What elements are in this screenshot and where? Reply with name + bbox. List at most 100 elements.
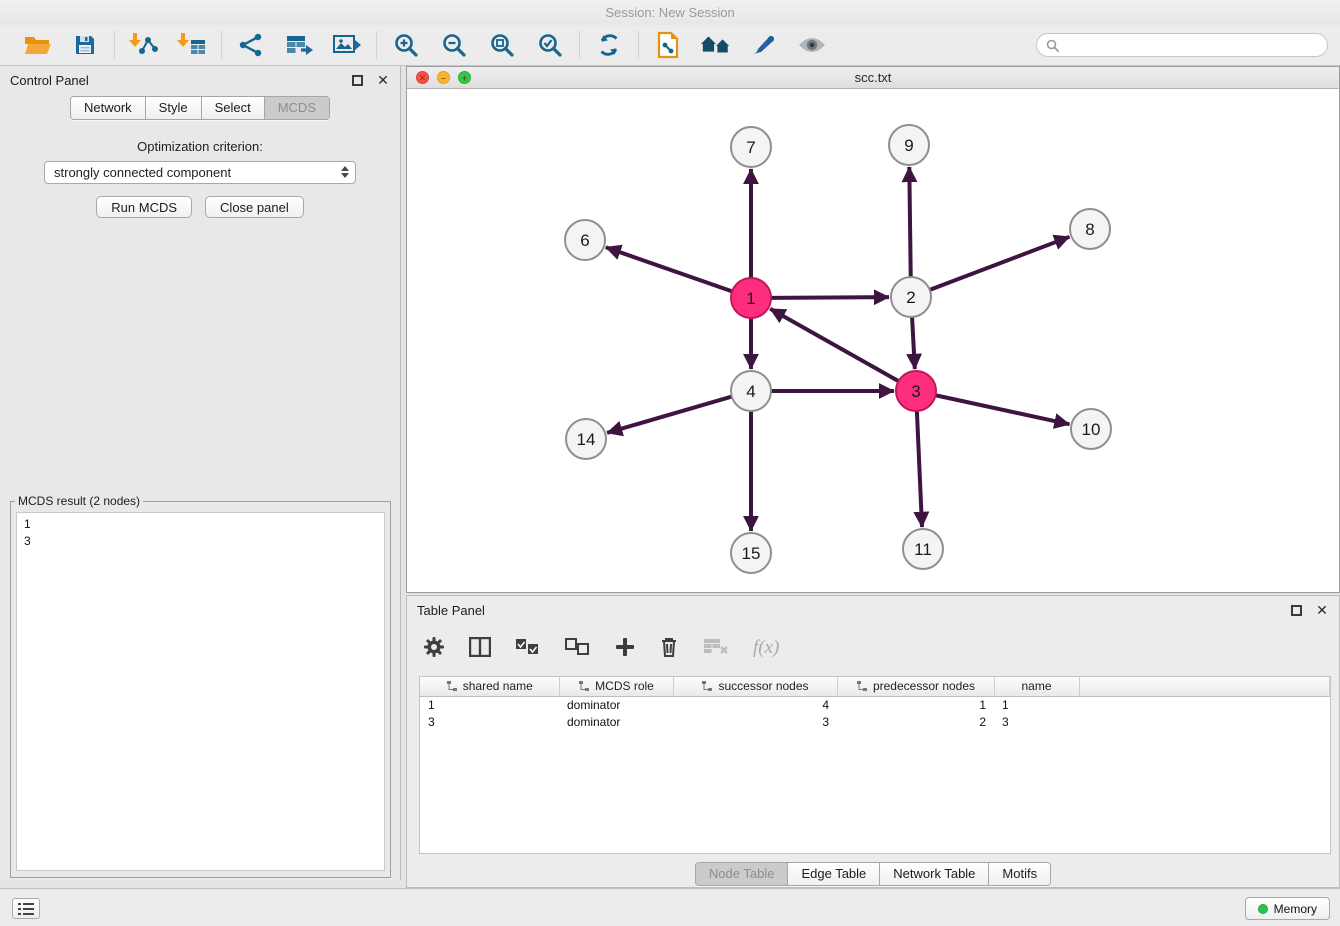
style-brush-icon xyxy=(751,33,777,57)
graph-edge-2-8[interactable] xyxy=(930,237,1070,290)
cell-predecessor-nodes[interactable]: 1 xyxy=(837,696,994,713)
memory-button[interactable]: Memory xyxy=(1245,897,1330,920)
graph-node-label: 9 xyxy=(904,136,913,155)
import-network-button[interactable] xyxy=(128,29,160,61)
mcds-result-title: MCDS result (2 nodes) xyxy=(15,494,143,508)
close-panel-button[interactable]: Close panel xyxy=(205,196,304,218)
apply-style-button[interactable] xyxy=(748,29,780,61)
memory-status-icon xyxy=(1258,904,1268,914)
add-column-button[interactable] xyxy=(615,637,635,660)
node-table: shared name MCDS role successor nodes pr… xyxy=(420,677,1330,730)
close-panel-icon[interactable] xyxy=(1315,602,1329,619)
run-mcds-button[interactable]: Run MCDS xyxy=(96,196,192,218)
column-sort-icon xyxy=(446,680,458,692)
function-builder-button[interactable]: f(x) xyxy=(753,637,779,659)
close-window-icon[interactable] xyxy=(416,71,429,84)
import-table-button[interactable] xyxy=(176,29,208,61)
graph-edge-1-2[interactable] xyxy=(771,297,889,298)
column-header-predecessor-nodes[interactable]: predecessor nodes xyxy=(837,677,994,696)
table-row[interactable]: 3 dominator 3 2 3 xyxy=(420,713,1330,730)
graph-edge-2-9[interactable] xyxy=(909,167,910,277)
close-panel-icon[interactable] xyxy=(376,72,390,89)
column-header-mcds-role[interactable]: MCDS role xyxy=(559,677,673,696)
column-header-shared-name[interactable]: shared name xyxy=(420,677,559,696)
save-session-button[interactable] xyxy=(69,29,101,61)
graph-edge-4-14[interactable] xyxy=(607,397,732,433)
refresh-icon xyxy=(596,32,622,58)
delete-column-button[interactable] xyxy=(659,636,679,661)
tab-network-table[interactable]: Network Table xyxy=(880,863,989,885)
delete-table-button[interactable] xyxy=(703,637,729,660)
mcds-result-list[interactable]: 1 3 xyxy=(16,512,385,871)
table-settings-button[interactable] xyxy=(423,636,445,661)
tab-select[interactable]: Select xyxy=(202,97,265,119)
zoom-window-icon[interactable] xyxy=(458,71,471,84)
zoom-fit-button[interactable] xyxy=(486,29,518,61)
column-header-name[interactable]: name xyxy=(994,677,1079,696)
cell-successor-nodes[interactable]: 4 xyxy=(673,696,837,713)
zoom-in-icon xyxy=(393,32,419,58)
search-field[interactable] xyxy=(1036,33,1328,57)
tab-motifs[interactable]: Motifs xyxy=(989,863,1050,885)
tab-mcds[interactable]: MCDS xyxy=(265,97,329,119)
memory-label: Memory xyxy=(1274,902,1317,916)
optimization-criterion-label: Optimization criterion: xyxy=(0,139,400,154)
cell-predecessor-nodes[interactable]: 2 xyxy=(837,713,994,730)
export-image-button[interactable] xyxy=(331,29,363,61)
zoom-in-button[interactable] xyxy=(390,29,422,61)
cell-shared-name[interactable]: 1 xyxy=(420,696,559,713)
graph-edge-3-10[interactable] xyxy=(936,395,1070,424)
cell-name[interactable]: 1 xyxy=(994,696,1079,713)
window-titlebar: Session: New Session xyxy=(0,0,1340,25)
float-panel-icon[interactable] xyxy=(352,75,363,86)
network-canvas[interactable]: 7968124314101511 xyxy=(407,89,1339,592)
table-panel-title: Table Panel xyxy=(417,603,485,618)
float-panel-icon[interactable] xyxy=(1291,605,1302,616)
share-network-icon xyxy=(238,32,264,58)
first-neighbors-button[interactable] xyxy=(700,29,732,61)
criterion-dropdown[interactable]: strongly connected component xyxy=(44,161,356,184)
open-session-button[interactable] xyxy=(21,29,53,61)
select-all-icon xyxy=(515,638,541,656)
graph-edge-1-6[interactable] xyxy=(606,247,732,291)
import-network-icon xyxy=(129,32,159,58)
minimize-window-icon[interactable] xyxy=(437,71,450,84)
table-row[interactable]: 1 dominator 4 1 1 xyxy=(420,696,1330,713)
cell-name[interactable]: 3 xyxy=(994,713,1079,730)
graph-node-label: 8 xyxy=(1085,220,1094,239)
search-input[interactable] xyxy=(1064,38,1318,52)
tab-style[interactable]: Style xyxy=(146,97,202,119)
tab-edge-table[interactable]: Edge Table xyxy=(788,863,880,885)
graph-edge-3-11[interactable] xyxy=(917,411,922,527)
export-image-icon xyxy=(332,32,362,58)
tab-network[interactable]: Network xyxy=(71,97,146,119)
zoom-out-button[interactable] xyxy=(438,29,470,61)
gear-icon xyxy=(423,636,445,658)
show-columns-button[interactable] xyxy=(469,637,491,660)
graph-edge-3-1[interactable] xyxy=(770,309,898,381)
trash-icon xyxy=(659,636,679,658)
show-hide-button[interactable] xyxy=(796,29,828,61)
eye-icon xyxy=(797,35,827,55)
cell-mcds-role[interactable]: dominator xyxy=(559,696,673,713)
network-document-button[interactable] xyxy=(652,29,684,61)
status-bar: Memory xyxy=(0,888,1340,926)
tab-node-table[interactable]: Node Table xyxy=(696,863,789,885)
graph-node-label: 1 xyxy=(746,289,755,308)
list-icon xyxy=(18,903,34,915)
cell-shared-name[interactable]: 3 xyxy=(420,713,559,730)
refresh-button[interactable] xyxy=(593,29,625,61)
cell-mcds-role[interactable]: dominator xyxy=(559,713,673,730)
search-icon xyxy=(1046,39,1059,52)
column-sort-icon xyxy=(578,680,590,692)
graph-edge-2-3[interactable] xyxy=(912,317,915,369)
task-history-button[interactable] xyxy=(12,898,40,919)
network-table-button[interactable] xyxy=(283,29,315,61)
cell-successor-nodes[interactable]: 3 xyxy=(673,713,837,730)
network-graph[interactable]: 7968124314101511 xyxy=(407,89,1339,592)
column-header-successor-nodes[interactable]: successor nodes xyxy=(673,677,837,696)
clear-selection-button[interactable] xyxy=(565,638,591,659)
new-network-button[interactable] xyxy=(235,29,267,61)
select-all-button[interactable] xyxy=(515,638,541,659)
zoom-selected-button[interactable] xyxy=(534,29,566,61)
